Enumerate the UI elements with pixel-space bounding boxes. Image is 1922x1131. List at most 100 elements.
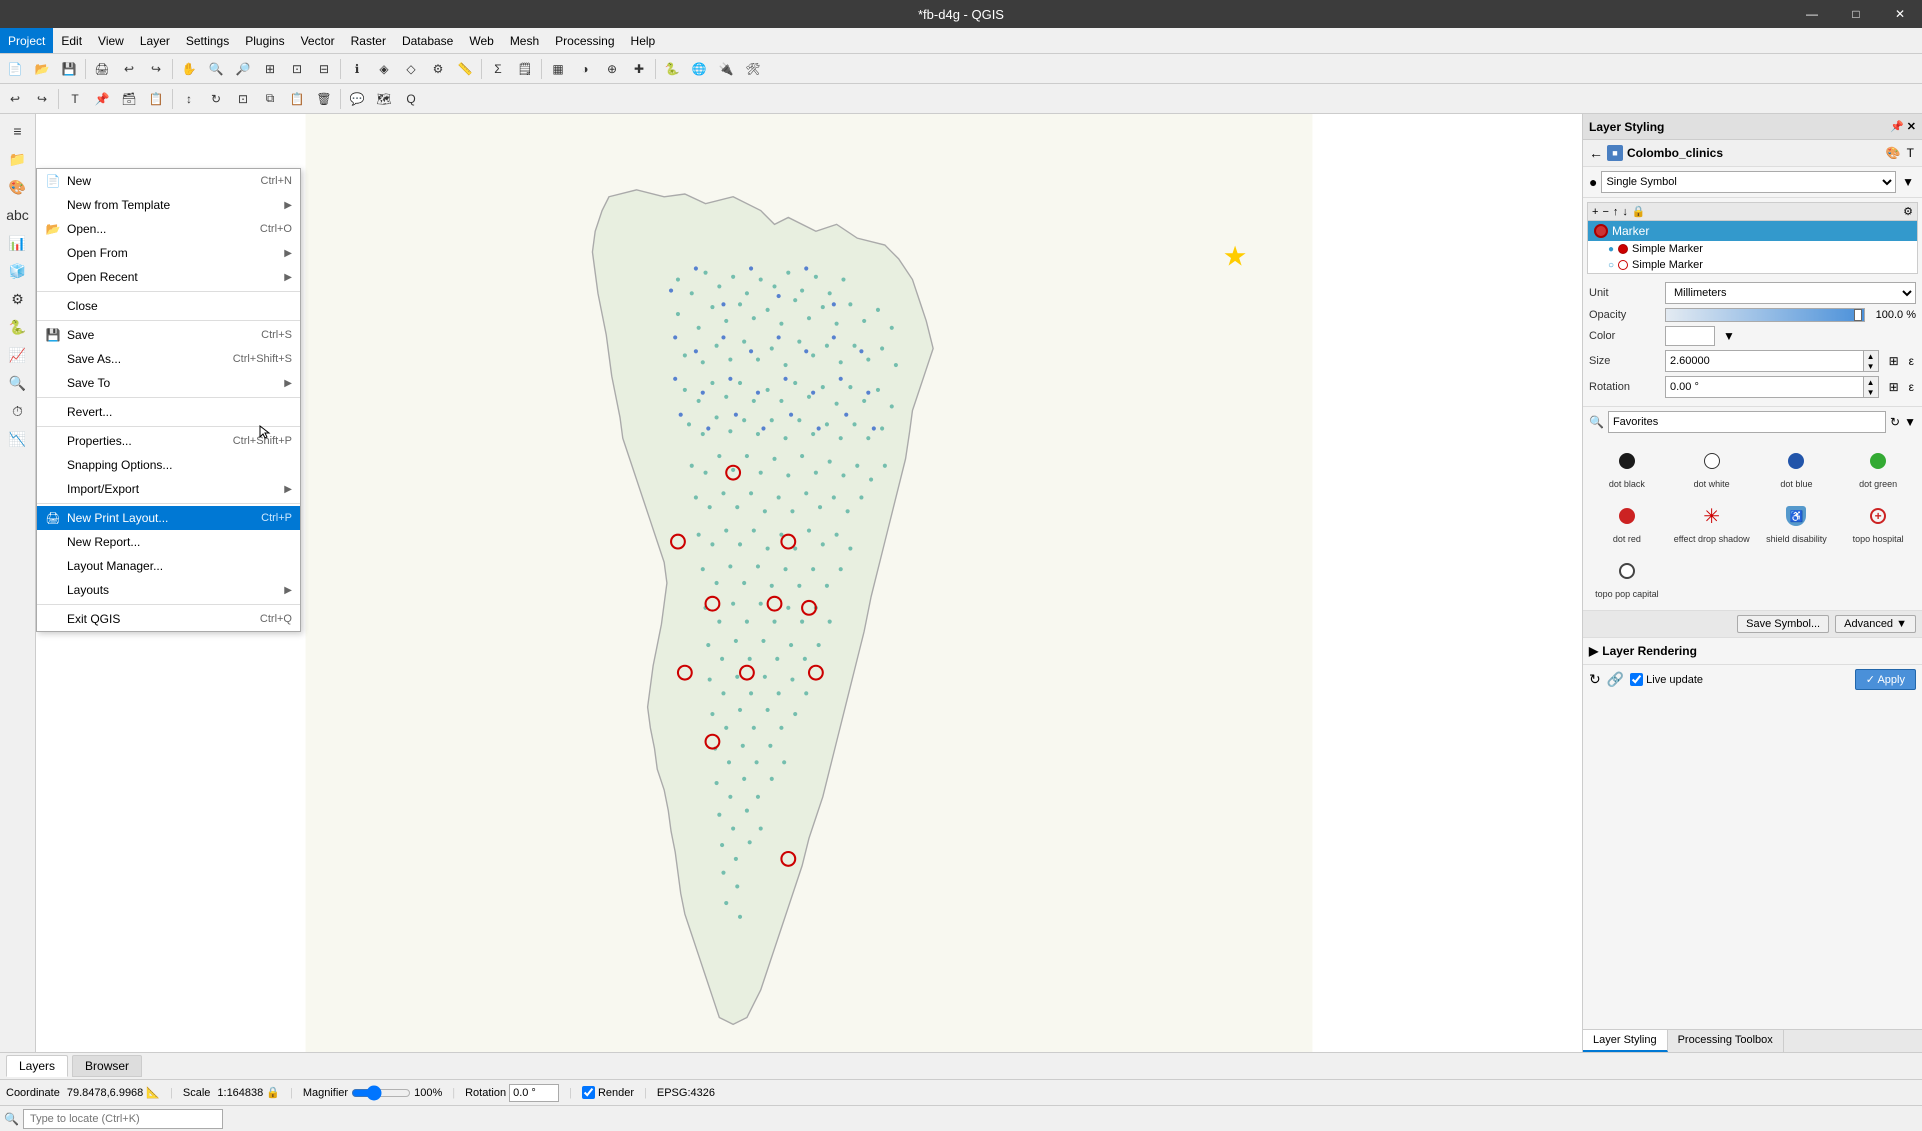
scale-btn[interactable]: ⊡ bbox=[230, 87, 256, 111]
zoom-full-btn[interactable]: ⊞ bbox=[257, 57, 283, 81]
browser-panel-btn[interactable]: 📁 bbox=[4, 146, 32, 172]
pan-btn[interactable]: ✋ bbox=[176, 57, 202, 81]
menu-plugins[interactable]: Plugins bbox=[237, 28, 292, 53]
favorites-add-btn[interactable]: ▼ bbox=[1904, 415, 1916, 429]
move-btn[interactable]: ↕ bbox=[176, 87, 202, 111]
symbol-shield-disability[interactable]: ♿ shield disability bbox=[1759, 498, 1835, 547]
filter-btn[interactable]: ⚙ bbox=[425, 57, 451, 81]
more1[interactable]: ▦ bbox=[545, 57, 571, 81]
locator-btn[interactable]: 🔍 bbox=[4, 370, 32, 396]
tab-browser[interactable]: Browser bbox=[72, 1055, 142, 1077]
menu-snapping[interactable]: Snapping Options... bbox=[37, 453, 300, 477]
zoom-selection-btn[interactable]: ⊟ bbox=[311, 57, 337, 81]
rotation-input[interactable] bbox=[1665, 376, 1864, 398]
result-viewer-btn[interactable]: 📈 bbox=[4, 342, 32, 368]
deselect-btn[interactable]: ◇ bbox=[398, 57, 424, 81]
delete-btn[interactable]: 🗑 bbox=[311, 87, 337, 111]
menu-revert[interactable]: Revert... bbox=[37, 400, 300, 424]
scale-lock-icon[interactable]: 🔒 bbox=[266, 1086, 280, 1099]
rendering-refresh-icon[interactable]: ↻ bbox=[1589, 671, 1601, 688]
rendering-link-icon[interactable]: 🔗 bbox=[1607, 671, 1624, 688]
menu-database[interactable]: Database bbox=[394, 28, 461, 53]
unit-select[interactable]: Millimeters bbox=[1665, 282, 1916, 304]
debug-btn[interactable]: 🛠 bbox=[740, 57, 766, 81]
open-btn[interactable]: 📂 bbox=[29, 57, 55, 81]
locate-input[interactable] bbox=[23, 1109, 223, 1129]
advanced-btn[interactable]: Advanced ▼ bbox=[1835, 615, 1916, 633]
menu-open[interactable]: 📂 Open... Ctrl+O bbox=[37, 217, 300, 241]
select-btn[interactable]: ◈ bbox=[371, 57, 397, 81]
symbol-effect-drop[interactable]: ✳ effect drop shadow bbox=[1671, 498, 1753, 547]
3d-view-btn[interactable]: 🧊 bbox=[4, 258, 32, 284]
menu-new-from-template[interactable]: New from Template ▶ bbox=[37, 193, 300, 217]
size-unit-icon[interactable]: ⊞ bbox=[1887, 352, 1901, 370]
attribute-btn[interactable]: 🗒 bbox=[512, 57, 538, 81]
menu-processing[interactable]: Processing bbox=[547, 28, 622, 53]
back-arrow-btn[interactable]: ← bbox=[1589, 145, 1603, 161]
menu-view[interactable]: View bbox=[90, 28, 132, 53]
label-btn[interactable]: T bbox=[62, 87, 88, 111]
new-btn[interactable]: 📄 bbox=[2, 57, 28, 81]
menu-import-export[interactable]: Import/Export ▶ bbox=[37, 477, 300, 501]
menu-new-print-layout[interactable]: 🖨 New Print Layout... Ctrl+P bbox=[37, 506, 300, 530]
symbol-dot-red[interactable]: dot red bbox=[1589, 498, 1665, 547]
paste-btn[interactable]: 📋 bbox=[284, 87, 310, 111]
undo-btn[interactable]: ↩ bbox=[116, 57, 142, 81]
undo-history-btn[interactable]: ⏱ bbox=[4, 398, 32, 424]
redo-btn[interactable]: ↪ bbox=[143, 57, 169, 81]
layer-rendering-header[interactable]: ▶ Layer Rendering bbox=[1589, 642, 1916, 660]
panel-close-icon[interactable]: ✕ bbox=[1907, 120, 1916, 133]
favorites-refresh-btn[interactable]: ↻ bbox=[1890, 415, 1900, 429]
render-checkbox[interactable] bbox=[582, 1086, 595, 1099]
more2[interactable]: ◑ bbox=[572, 57, 598, 81]
close-button[interactable]: ✕ bbox=[1878, 0, 1922, 28]
map-btn2[interactable]: 🗺 bbox=[371, 87, 397, 111]
size-input[interactable] bbox=[1665, 350, 1864, 372]
plugin-btn[interactable]: 🔌 bbox=[713, 57, 739, 81]
menu-help[interactable]: Help bbox=[623, 28, 664, 53]
symbol-dot-black[interactable]: dot black bbox=[1589, 443, 1665, 492]
magnifier-slider[interactable] bbox=[351, 1085, 411, 1101]
tab-processing-toolbox[interactable]: Processing Toolbox bbox=[1668, 1030, 1784, 1052]
size-down-btn[interactable]: ▼ bbox=[1864, 361, 1878, 371]
save-btn[interactable]: 💾 bbox=[56, 57, 82, 81]
processing-panel-btn[interactable]: ⚙ bbox=[4, 286, 32, 312]
symbol-tree-simple-marker-1[interactable]: ● Simple Marker bbox=[1588, 241, 1917, 257]
tab-layers[interactable]: Layers bbox=[6, 1055, 68, 1077]
opacity-slider[interactable] bbox=[1665, 308, 1865, 322]
zoom-out-btn[interactable]: 🔎 bbox=[230, 57, 256, 81]
qgis-plugin2[interactable]: Q bbox=[398, 87, 424, 111]
color-swatch[interactable] bbox=[1665, 326, 1715, 346]
summary-btn[interactable]: Σ bbox=[485, 57, 511, 81]
rotation-up-btn[interactable]: ▲ bbox=[1864, 377, 1878, 387]
measure-btn[interactable]: 📏 bbox=[452, 57, 478, 81]
menu-close[interactable]: Close bbox=[37, 294, 300, 318]
symbol-tree-root[interactable]: Marker bbox=[1588, 221, 1917, 241]
pin-btn[interactable]: 📌 bbox=[89, 87, 115, 111]
edit-table-btn[interactable]: 🗃 bbox=[116, 87, 142, 111]
menu-properties[interactable]: Properties... Ctrl+Shift+P bbox=[37, 429, 300, 453]
more4[interactable]: ✚ bbox=[626, 57, 652, 81]
label-panel-btn[interactable]: abc bbox=[4, 202, 32, 228]
tree-lock-icon[interactable]: 🔒 bbox=[1632, 205, 1646, 218]
color-picker-btn[interactable]: ▼ bbox=[1721, 327, 1737, 345]
tree-down-icon[interactable]: ↓ bbox=[1622, 206, 1628, 218]
menu-project[interactable]: Project bbox=[0, 28, 53, 53]
menu-exit-qgis[interactable]: Exit QGIS Ctrl+Q bbox=[37, 607, 300, 631]
form-btn[interactable]: 📋 bbox=[143, 87, 169, 111]
menu-save-to[interactable]: Save To ▶ bbox=[37, 371, 300, 395]
layers-panel-btn[interactable]: ≡ bbox=[4, 118, 32, 144]
symbol-topo-pop-capital[interactable]: topo pop capital bbox=[1589, 553, 1665, 602]
symbol-type-select[interactable]: Single Symbol bbox=[1601, 171, 1896, 193]
menu-layer[interactable]: Layer bbox=[132, 28, 178, 53]
zoom-layer-btn[interactable]: ⊡ bbox=[284, 57, 310, 81]
stats-btn[interactable]: 📉 bbox=[4, 426, 32, 452]
symbol-dot-white[interactable]: dot white bbox=[1671, 443, 1753, 492]
menu-vector[interactable]: Vector bbox=[293, 28, 343, 53]
tree-up-icon[interactable]: ↑ bbox=[1613, 206, 1619, 218]
identify-btn[interactable]: ℹ bbox=[344, 57, 370, 81]
minimize-button[interactable]: — bbox=[1790, 0, 1834, 28]
tree-expand-icon[interactable]: + bbox=[1592, 206, 1598, 218]
print-btn[interactable]: 🖨 bbox=[89, 57, 115, 81]
size-expr-btn[interactable]: ε bbox=[1907, 352, 1916, 370]
